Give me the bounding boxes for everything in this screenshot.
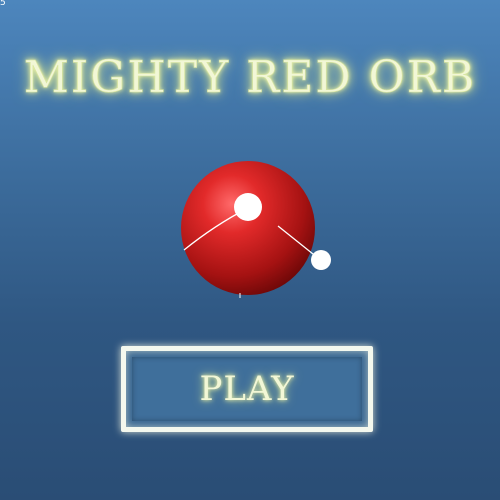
play-button[interactable]: PLAY (121, 346, 373, 432)
satellite-ball-center (234, 193, 262, 221)
satellite-ball-right (311, 250, 331, 270)
red-orb (181, 161, 315, 295)
play-button-label: PLAY (199, 369, 295, 409)
